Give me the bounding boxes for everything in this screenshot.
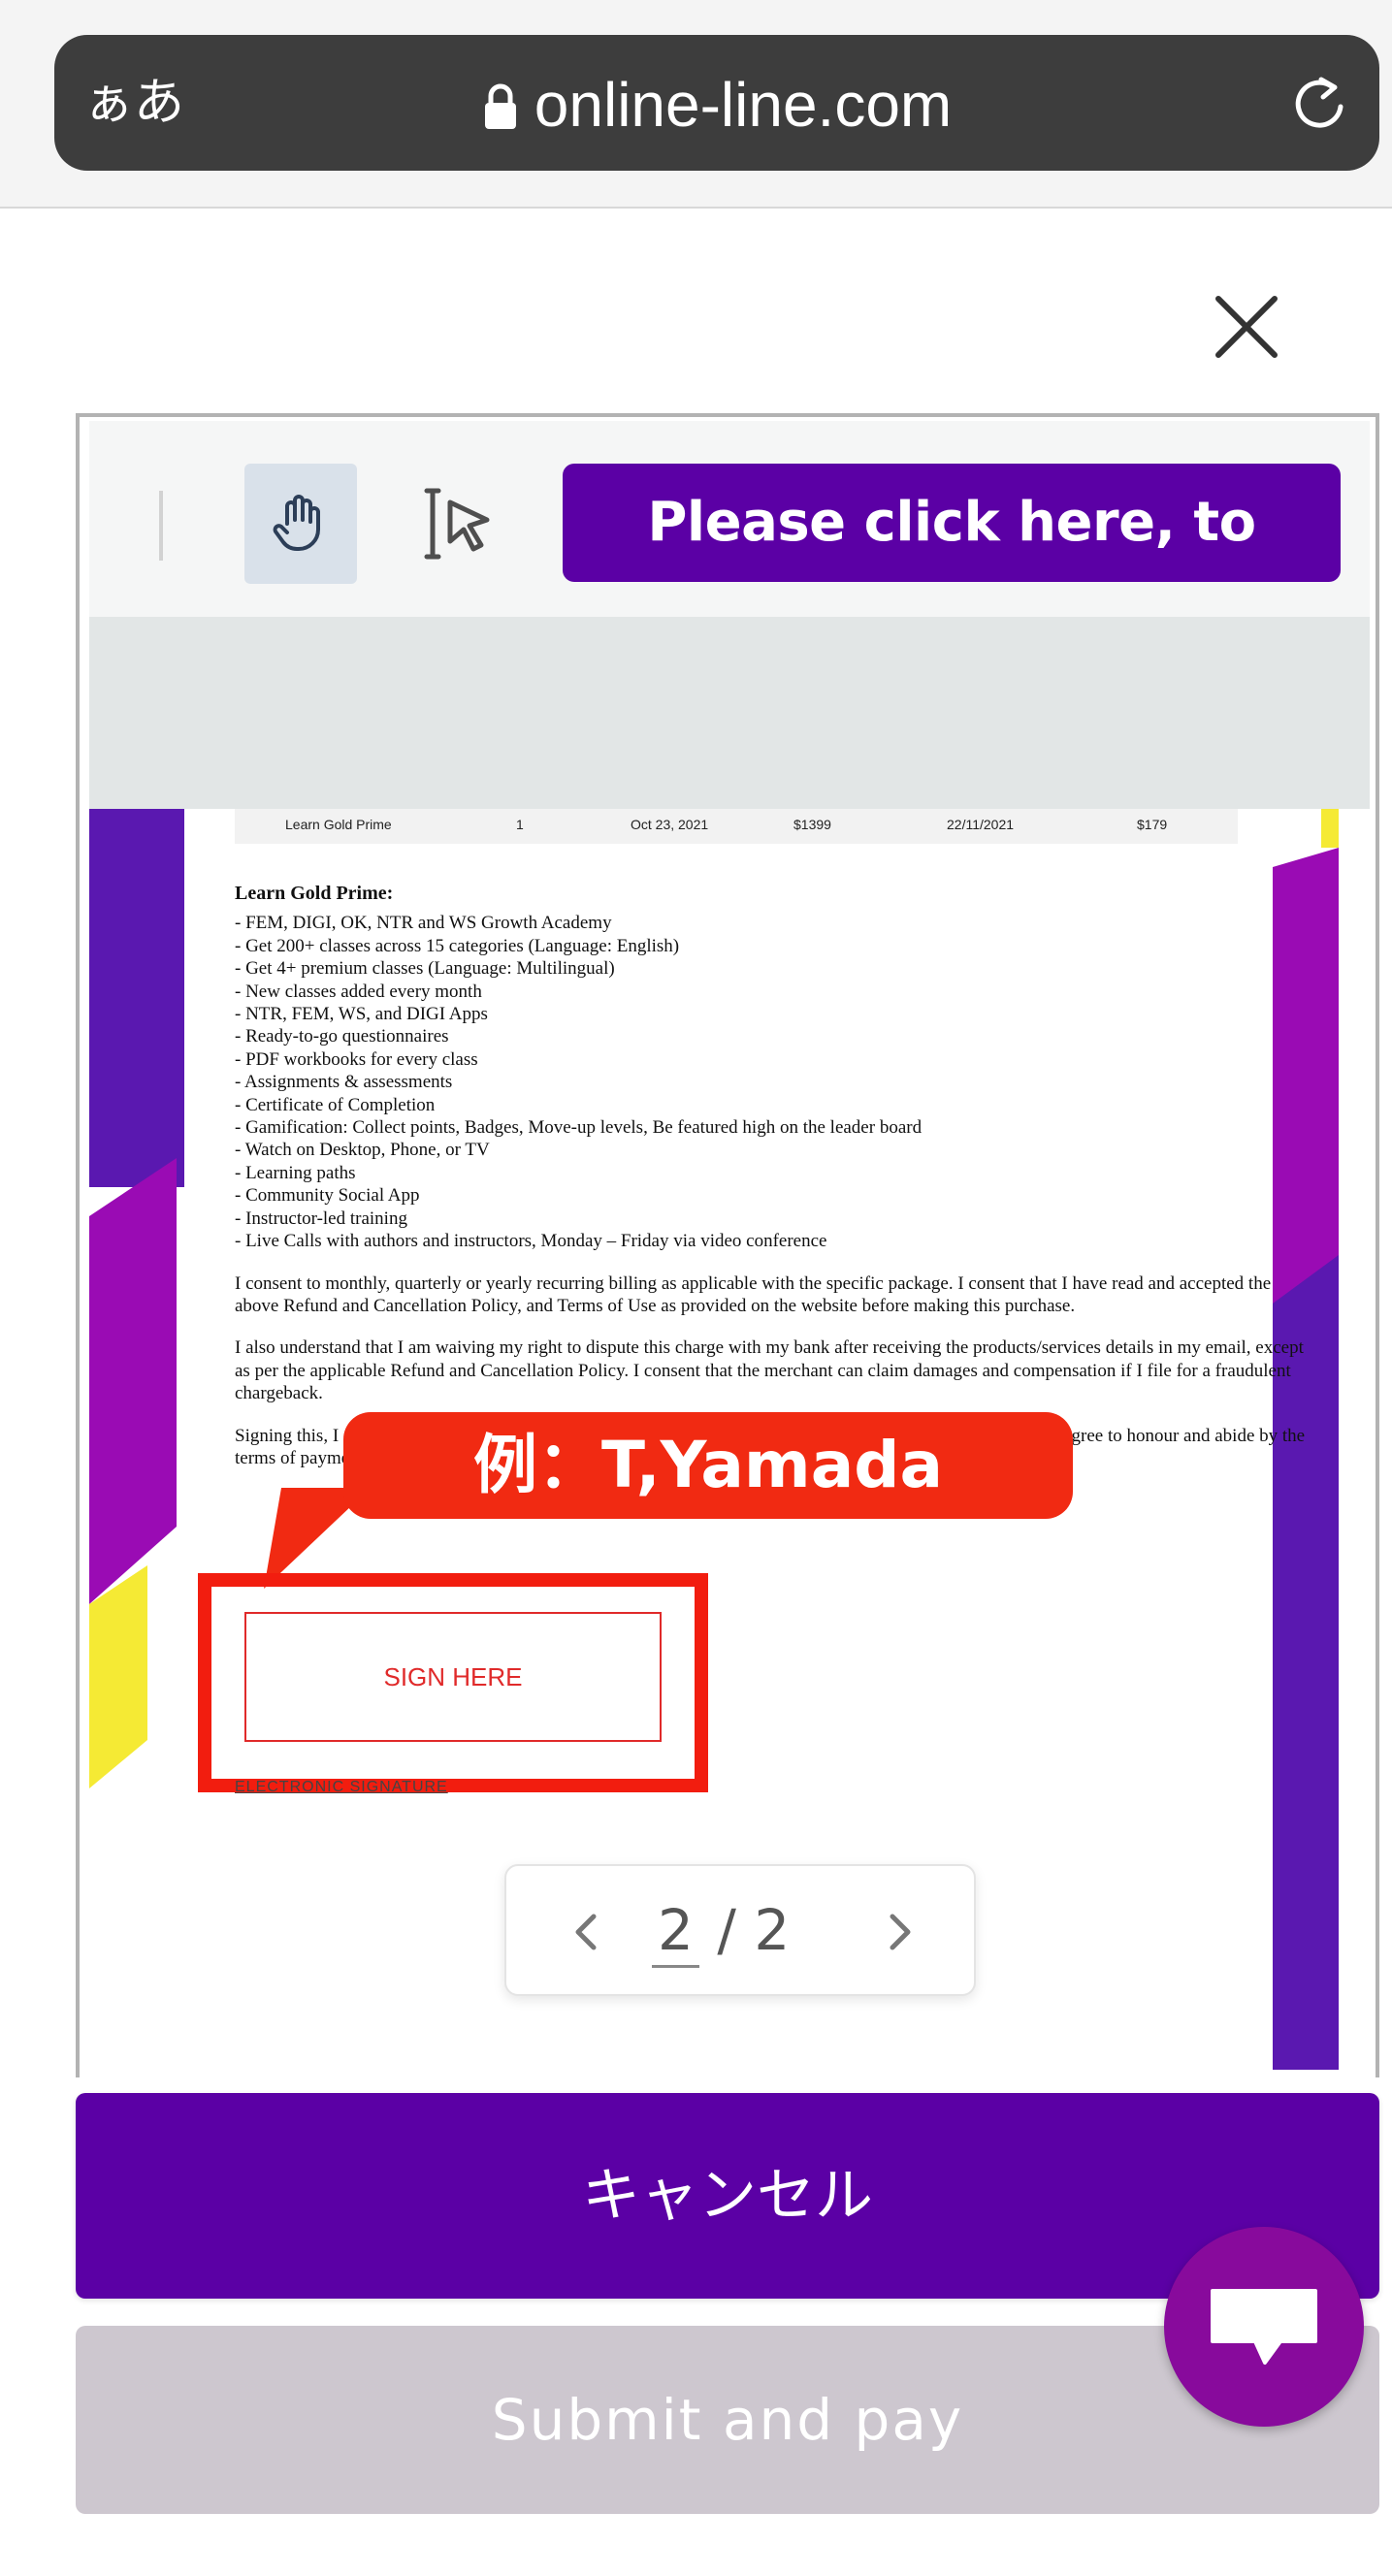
chat-icon: [1211, 2289, 1317, 2365]
feature-item: - Get 200+ classes across 15 categories …: [235, 935, 680, 956]
scroll-hint-button[interactable]: Please click here, to scroll: [563, 464, 1341, 672]
feature-item: - Instructor-led training: [235, 1208, 407, 1229]
feature-item: - Learning paths: [235, 1162, 356, 1183]
feature-list: - FEM, DIGI, OK, NTR and WS Growth Acade…: [235, 912, 1311, 1252]
table-cell-amount: $179: [1137, 817, 1168, 832]
feature-item: - Certificate of Completion: [235, 1094, 436, 1115]
order-table-row: Learn Gold Prime 1 Oct 23, 2021 $1399 22…: [235, 809, 1238, 844]
example-callout: 例：T,Yamada: [343, 1412, 1073, 1519]
text-select-tool-icon[interactable]: [419, 481, 497, 566]
page-navigator: 2 / 2: [504, 1864, 976, 1996]
feature-item: - Ready-to-go questionnaires: [235, 1026, 449, 1047]
viewer-toolbar: Please click here, to scroll: [89, 421, 1370, 672]
sign-here-field[interactable]: SIGN HERE: [244, 1612, 662, 1742]
document-heading: Learn Gold Prime:: [235, 883, 394, 904]
feature-item: - PDF workbooks for every class: [235, 1048, 478, 1070]
feature-item: - FEM, DIGI, OK, NTR and WS Growth Acade…: [235, 913, 612, 934]
toolbar-divider: [159, 491, 163, 561]
pan-tool-button[interactable]: [244, 464, 357, 584]
feature-item: - Gamification: Collect points, Badges, …: [235, 1117, 923, 1139]
page: ぁあ online-line.com Please click here, to…: [0, 0, 1392, 2576]
feature-item: - Get 4+ premium classes (Language: Mult…: [235, 958, 615, 980]
feature-item: - Community Social App: [235, 1185, 420, 1207]
chevron-right-icon[interactable]: [881, 1909, 920, 1955]
chat-button[interactable]: [1164, 2227, 1364, 2427]
feature-item: - Assignments & assessments: [235, 1072, 453, 1093]
table-cell-price: $1399: [793, 817, 831, 832]
total-pages: / 2: [717, 1897, 791, 1963]
document-viewer: Please click here, to scroll Learn Gold …: [76, 413, 1379, 2077]
electronic-signature-label: ELECTRONIC SIGNATURE: [235, 1779, 448, 1795]
table-cell-next-date: 22/11/2021: [947, 817, 1015, 832]
current-page-input[interactable]: 2: [652, 1895, 699, 1968]
chevron-left-icon[interactable]: [567, 1909, 605, 1955]
pdf-page[interactable]: Learn Gold Prime 1 Oct 23, 2021 $1399 22…: [89, 809, 1346, 2070]
table-cell-date: Oct 23, 2021: [631, 817, 709, 832]
page-decoration-left: [89, 809, 184, 1788]
feature-item: - Live Calls with authors and instructor…: [235, 1231, 827, 1252]
table-cell-product: Learn Gold Prime: [285, 817, 392, 832]
chargeback-paragraph: I also understand that I am waiving my r…: [235, 1337, 1304, 1404]
feature-item: - New classes added every month: [235, 981, 482, 1002]
page-indicator: 2 / 2: [652, 1895, 790, 1968]
viewer-gap: [89, 617, 1370, 809]
close-icon[interactable]: [1207, 287, 1286, 367]
browser-top-bar: ぁあ online-line.com: [0, 0, 1392, 209]
document-body: Learn Gold Prime: - FEM, DIGI, OK, NTR a…: [235, 883, 1311, 1469]
table-cell-quantity: 1: [516, 817, 524, 832]
url-display[interactable]: online-line.com: [54, 72, 1379, 138]
hand-icon: [273, 495, 320, 551]
consent-paragraph: I consent to monthly, quarterly or yearl…: [235, 1272, 1272, 1316]
lock-icon: [484, 83, 516, 129]
feature-item: - Watch on Desktop, Phone, or TV: [235, 1140, 490, 1161]
feature-item: - NTR, FEM, WS, and DIGI Apps: [235, 1004, 488, 1025]
address-bar[interactable]: ぁあ online-line.com: [54, 35, 1379, 171]
reload-icon[interactable]: [1284, 68, 1354, 138]
url-text: online-line.com: [534, 70, 953, 140]
